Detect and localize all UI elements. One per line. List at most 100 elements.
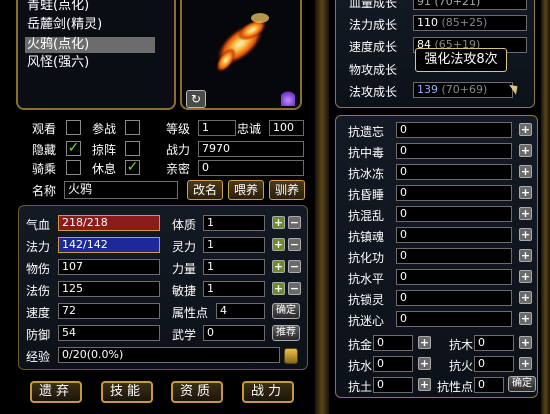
resist-plus-button[interactable]: + [519, 291, 532, 304]
watch-checkbox[interactable] [66, 120, 81, 135]
mp-label: 法力 [26, 240, 51, 254]
loyalty-label: 忠诚 [237, 122, 262, 136]
growth-mp-label: 法力成长 [349, 18, 398, 32]
combat-power-button[interactable]: 战力 [242, 381, 294, 403]
martial-label: 武学 [172, 328, 197, 342]
points-value: 4 [216, 303, 265, 319]
release-button[interactable]: 遗弃 [30, 381, 82, 403]
resist-earth-label: 抗土 [348, 380, 373, 394]
growth-matk-value: 139 (70+69) [413, 82, 513, 98]
resist-value: 0 [396, 227, 512, 243]
resist-label: 抗镇魂 [348, 230, 385, 244]
resist-metal-plus-button[interactable]: + [418, 336, 431, 349]
battle-checkbox[interactable] [125, 120, 140, 135]
resist-plus-button[interactable]: + [519, 249, 532, 262]
growth-patk-label: 物攻成长 [349, 63, 398, 77]
exp-bar: 0/20(0.0%) [58, 347, 280, 363]
str-label: 力量 [172, 262, 197, 276]
resist-label: 抗遗忘 [348, 125, 385, 139]
watch-label: 观看 [32, 122, 57, 136]
growth-hp-label: 血量成长 [349, 0, 398, 10]
resist-fire-label: 抗火 [449, 359, 474, 373]
skills-button[interactable]: 技能 [101, 381, 153, 403]
level-label: 等级 [166, 122, 191, 136]
level-value: 1 [198, 120, 236, 136]
plunder-checkbox[interactable] [125, 141, 140, 156]
con-plus-button[interactable]: + [272, 216, 285, 229]
intimacy-label: 亲密 [166, 162, 191, 176]
resist-value: 0 [396, 269, 512, 285]
power-label: 战力 [166, 143, 191, 157]
agi-plus-button[interactable]: + [272, 282, 285, 295]
spi-minus-button[interactable]: − [288, 238, 301, 251]
lock-icon[interactable] [284, 348, 298, 364]
pet-list-item-selected[interactable]: 火鸦(点化) [25, 37, 155, 53]
hide-checkbox[interactable]: ✓ [66, 141, 81, 156]
spi-value: 1 [203, 237, 265, 253]
resist-points-value: 0 [474, 377, 504, 393]
spi-plus-button[interactable]: + [272, 238, 285, 251]
resist-value: 0 [396, 143, 512, 159]
agi-minus-button[interactable]: − [288, 282, 301, 295]
ride-checkbox[interactable] [66, 160, 81, 175]
resist-earth-plus-button[interactable]: + [418, 378, 431, 391]
aptitude-button[interactable]: 资质 [171, 381, 223, 403]
recommend-button[interactable]: 推荐 [272, 325, 300, 341]
str-plus-button[interactable]: + [272, 260, 285, 273]
turn-icon[interactable]: ↻ [186, 90, 206, 108]
mp-bar: 142/142 [58, 237, 160, 253]
resist-wood-plus-button[interactable]: + [519, 336, 532, 349]
growth-mp-value: 110 (85+25) [413, 15, 527, 31]
spi-label: 灵力 [172, 240, 197, 254]
resist-metal-label: 抗金 [348, 338, 373, 352]
resist-plus-button[interactable]: + [519, 144, 532, 157]
points-label: 属性点 [172, 306, 209, 320]
pet-list-item[interactable]: 岳麓剑(精灵) [25, 17, 155, 33]
rest-checkbox[interactable]: ✓ [125, 160, 140, 175]
resist-plus-button[interactable]: + [519, 312, 532, 325]
right-border [541, 0, 550, 414]
flame-icon [281, 90, 295, 106]
resist-value: 0 [396, 206, 512, 222]
pet-list-item[interactable]: 青蛙(点化) [25, 0, 155, 14]
def-label: 防御 [26, 328, 51, 342]
rest-label: 休息 [92, 162, 117, 176]
resist-label: 抗昏睡 [348, 188, 385, 202]
check-icon: ✓ [126, 159, 139, 175]
plunder-label: 掠阵 [92, 143, 117, 157]
speed-value: 72 [58, 303, 160, 319]
resist-plus-button[interactable]: + [519, 123, 532, 136]
patk-label: 物伤 [26, 262, 51, 276]
str-minus-button[interactable]: − [288, 260, 301, 273]
con-minus-button[interactable]: − [288, 216, 301, 229]
resist-label: 抗迷心 [348, 314, 385, 328]
agi-label: 敏捷 [172, 284, 197, 298]
pet-list-item[interactable]: 风怪(强六) [25, 55, 155, 71]
resist-plus-button[interactable]: + [519, 207, 532, 220]
resist-value: 0 [396, 122, 512, 138]
resist-value: 0 [396, 290, 512, 306]
agi-value: 1 [203, 281, 265, 297]
tame-button[interactable]: 驯养 [269, 180, 305, 200]
resist-fire-plus-button[interactable]: + [519, 357, 532, 370]
resist-points-label: 抗性点 [437, 380, 474, 394]
resist-plus-button[interactable]: + [519, 270, 532, 283]
resist-earth-value: 0 [373, 377, 413, 393]
resist-water-plus-button[interactable]: + [418, 357, 431, 370]
resist-plus-button[interactable]: + [519, 228, 532, 241]
resist-confirm-button[interactable]: 确定 [508, 376, 536, 392]
str-value: 1 [203, 259, 265, 275]
name-label: 名称 [32, 184, 57, 198]
feed-button[interactable]: 喂养 [228, 180, 264, 200]
resist-plus-button[interactable]: + [519, 165, 532, 178]
confirm-points-button[interactable]: 确定 [272, 303, 300, 319]
power-value: 7970 [198, 141, 304, 157]
resist-value: 0 [396, 311, 512, 327]
loyalty-value: 100 [269, 120, 304, 136]
rename-button[interactable]: 改名 [187, 180, 223, 200]
resist-plus-button[interactable]: + [519, 186, 532, 199]
patk-value: 107 [58, 259, 160, 275]
enhance-tooltip: 强化法攻8次 [415, 48, 507, 72]
panel-divider [315, 0, 329, 414]
name-input[interactable]: 火鸦 [64, 181, 178, 199]
